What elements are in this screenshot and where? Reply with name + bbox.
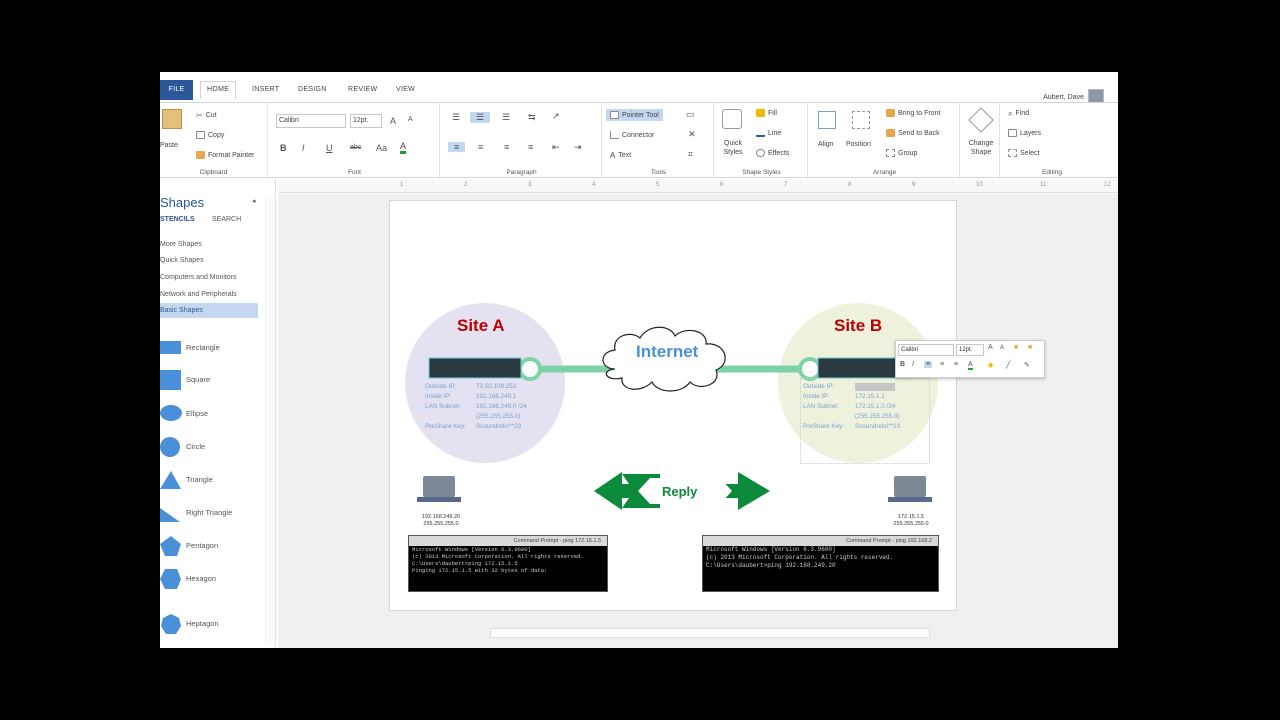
mini-align-icon[interactable]: ≡	[924, 361, 933, 368]
internet-label[interactable]: Internet	[636, 342, 698, 362]
info-value: 192.168.249.0 /24	[476, 403, 527, 410]
info-label: LAN Subnet:	[803, 403, 839, 410]
info-label: Outside IP:	[425, 383, 457, 390]
info-value: 172.15.1.1	[855, 393, 885, 400]
mini-center-icon[interactable]: ≡	[940, 361, 944, 368]
mini-line-icon[interactable]: ╱	[1006, 361, 1010, 369]
site-b-title[interactable]: Site B	[834, 316, 882, 336]
laptop-a-base	[417, 497, 461, 502]
site-b-info-values[interactable]: 172.15.1.1 172.15.1.0 /24 (255.255.255.0…	[855, 382, 900, 432]
selected-text-highlight[interactable]	[855, 383, 895, 391]
host-ip: 172.15.1.5	[898, 514, 924, 520]
laptop-b-icon[interactable]	[894, 476, 926, 497]
mini-grow-font-icon[interactable]: A	[988, 344, 993, 351]
info-label: PreShare Key:	[803, 423, 844, 430]
laptop-b-address: 172.15.1.5 255.255.255.0	[884, 514, 938, 528]
mini-format-painter-icon[interactable]: ■	[1014, 344, 1018, 351]
info-value: 172.15.1.0 /24	[855, 403, 896, 410]
mini-bullets-icon[interactable]: ≡	[954, 361, 958, 368]
site-a-title[interactable]: Site A	[457, 316, 505, 336]
laptop-a-icon[interactable]	[423, 476, 455, 497]
cmd-title: Command Prompt - ping 192.168.2	[703, 536, 938, 546]
info-value: (255.255.255.0)	[855, 413, 900, 420]
info-label: Inside IP:	[425, 393, 452, 400]
info-label: Inside IP:	[803, 393, 830, 400]
cmd-line: (c) 2013 Microsoft Corporation. All righ…	[412, 553, 584, 560]
info-label: Outside IP:	[803, 383, 835, 390]
mini-toolbar: Calibri 12pt. A A ■ ■ B I ≡ ≡ ≡ A ◆ ╱ ✎	[895, 340, 1045, 378]
cmd-line: C:\Users\daubert>ping 172.15.1.5	[412, 560, 518, 567]
site-a-info-values[interactable]: 73.50.108.252 192.168.249.1 192.168.249.…	[476, 382, 527, 432]
command-prompt-right[interactable]: Command Prompt - ping 192.168.2 Microsof…	[702, 535, 939, 592]
info-label	[803, 412, 844, 422]
host-mask: 255.255.255.0	[893, 521, 929, 527]
mini-italic-button[interactable]: I	[912, 361, 914, 368]
info-label: PreShare Key:	[425, 423, 466, 430]
mini-styles-icon[interactable]: ■	[1028, 344, 1032, 351]
info-value: Scoundrels!**23	[855, 423, 901, 430]
cmd-line: Microsoft Windows [Version 6.3.9600]	[706, 546, 836, 553]
tunnel-endpoint-b[interactable]	[798, 357, 822, 381]
tunnel-endpoint-a[interactable]	[518, 357, 542, 381]
mini-shrink-font-icon[interactable]: A	[1000, 345, 1004, 351]
command-prompt-left[interactable]: Command Prompt - ping 172.15.1.5 Microso…	[408, 535, 608, 592]
mini-size-select[interactable]: 12pt.	[956, 344, 984, 356]
host-mask: 255.255.255.0	[423, 521, 459, 527]
info-label: LAN Subnet:	[425, 403, 461, 410]
site-a-info-labels[interactable]: Outside IP: Inside IP: LAN Subnet: PreSh…	[425, 382, 466, 432]
info-value: Scoundrels!**23	[476, 423, 522, 430]
info-value: 192.168.249.1	[476, 393, 517, 400]
site-a-firewall-icon[interactable]	[428, 357, 522, 379]
cmd-line: Microsoft Windows [Version 6.3.9600]	[412, 546, 531, 553]
mini-font-color-icon[interactable]: A	[968, 361, 973, 370]
info-label	[425, 412, 466, 422]
cmd-line: C:\Users\daubert>ping 192.168.249.20	[706, 562, 836, 569]
cmd-title: Command Prompt - ping 172.15.1.5	[409, 536, 607, 546]
laptop-a-address: 192.168.249.20 255.255.255.0	[414, 514, 468, 528]
site-b-info-labels[interactable]: Outside IP: Inside IP: LAN Subnet: PreSh…	[803, 382, 844, 432]
mini-fill-icon[interactable]: ◆	[988, 361, 993, 369]
mini-format-icon[interactable]: ✎	[1024, 361, 1030, 369]
mini-font-select[interactable]: Calibri	[898, 344, 954, 356]
mini-bold-button[interactable]: B	[900, 361, 905, 368]
info-value: 73.50.108.252	[476, 383, 517, 390]
cmd-line: (c) 2013 Microsoft Corporation. All righ…	[706, 554, 894, 561]
visio-window: FILE HOME INSERT DESIGN REVIEW VIEW Aube…	[160, 72, 1118, 648]
info-value: (255.255.255.0)	[476, 413, 521, 420]
reply-label[interactable]: Reply	[662, 484, 697, 499]
laptop-b-base	[888, 497, 932, 502]
cmd-line: Pinging 172.15.1.5 with 32 bytes of data…	[412, 567, 548, 574]
host-ip: 192.168.249.20	[421, 514, 461, 520]
